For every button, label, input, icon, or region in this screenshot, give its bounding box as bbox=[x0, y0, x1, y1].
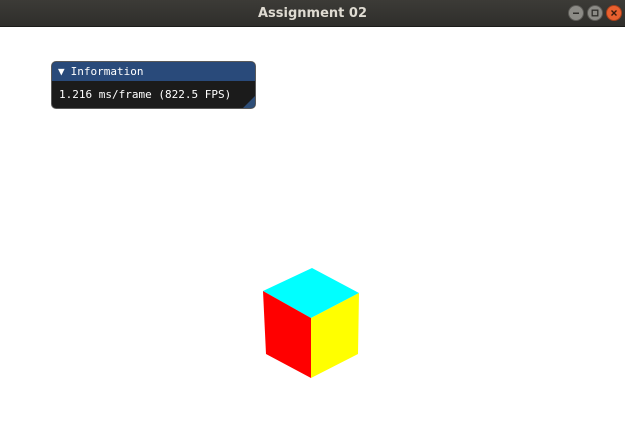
information-panel-title: Information bbox=[70, 65, 144, 78]
maximize-button[interactable] bbox=[587, 5, 603, 21]
information-panel[interactable]: ▼ Information 1.216 ms/frame (822.5 FPS) bbox=[51, 61, 256, 109]
cube-model bbox=[263, 268, 359, 378]
application-window: Assignment 02 ▼ Information 1.216 ms/fram… bbox=[0, 0, 625, 425]
title-bar[interactable]: Assignment 02 bbox=[0, 0, 625, 27]
minimize-button[interactable] bbox=[568, 5, 584, 21]
frame-time-text: 1.216 ms/frame (822.5 FPS) bbox=[59, 88, 232, 101]
information-panel-body: 1.216 ms/frame (822.5 FPS) bbox=[52, 81, 255, 108]
minimize-icon bbox=[573, 12, 579, 14]
collapse-arrow-icon[interactable]: ▼ bbox=[58, 65, 65, 78]
information-panel-header[interactable]: ▼ Information bbox=[52, 62, 255, 81]
resize-grip-icon[interactable] bbox=[243, 96, 255, 108]
close-button[interactable] bbox=[606, 5, 622, 21]
window-title: Assignment 02 bbox=[257, 6, 367, 21]
close-icon bbox=[611, 10, 617, 16]
maximize-icon bbox=[591, 9, 599, 17]
